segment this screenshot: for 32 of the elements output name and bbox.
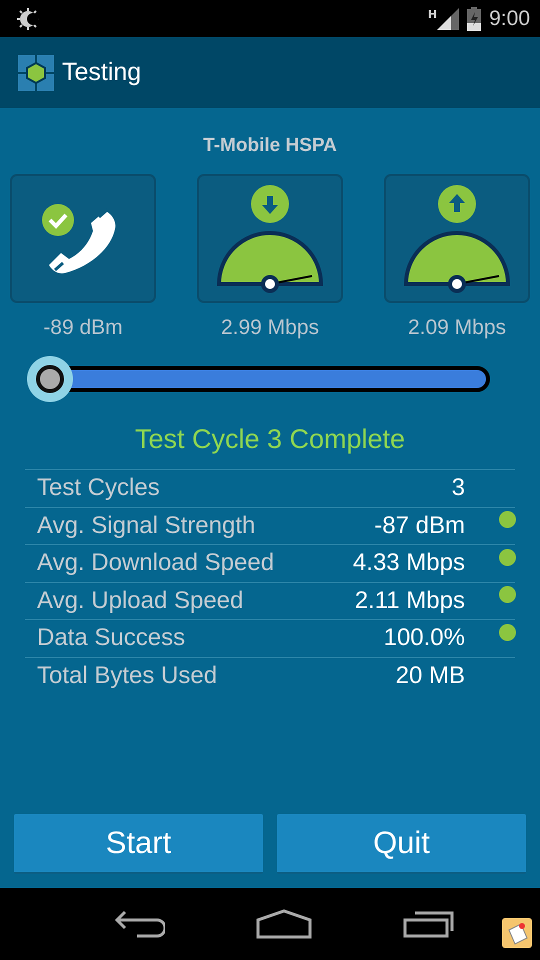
- battery-icon: [467, 6, 482, 30]
- meter-reading: -89 dBm: [43, 316, 123, 340]
- clock: 9:00: [489, 6, 530, 30]
- stat-label: Avg. Download Speed: [37, 549, 276, 578]
- action-button[interactable]: Quit: [277, 814, 526, 874]
- stat-value: 2.11 Mbps: [354, 586, 465, 615]
- upload-gauge-icon: [402, 184, 512, 294]
- app-logo-icon: [18, 54, 54, 90]
- back-icon[interactable]: [115, 910, 166, 938]
- stat-value: 4.33 Mbps: [352, 549, 465, 578]
- stat-label: Data Success: [37, 624, 186, 652]
- stat-label: Avg. Upload Speed: [37, 586, 244, 615]
- action-button[interactable]: Start: [14, 814, 263, 874]
- stat-label: Total Bytes Used: [37, 662, 218, 690]
- stat-value: 3: [450, 474, 465, 502]
- brightness-icon: [14, 6, 42, 32]
- network-type: H: [428, 8, 438, 21]
- stat-value: -87 dBm: [373, 512, 465, 540]
- status-message: Test Cycle 3 Complete: [134, 424, 406, 455]
- recent-apps-icon[interactable]: [402, 910, 455, 938]
- signal-icon: [437, 8, 460, 30]
- screen-title: Testing: [62, 58, 142, 87]
- stat-label: Test Cycles: [37, 474, 161, 502]
- home-icon[interactable]: [256, 909, 312, 939]
- meter-reading: 2.99 Mbps: [220, 316, 320, 340]
- meter-reading: 2.09 Mbps: [408, 316, 506, 340]
- stat-value: 100.0%: [382, 624, 465, 652]
- download-gauge-icon: [215, 184, 325, 294]
- stat-value: 20 MB: [394, 662, 465, 690]
- network-name: T-Mobile HSPA: [203, 135, 337, 158]
- stat-label: Avg. Signal Strength: [37, 512, 256, 540]
- notes-app-icon[interactable]: [502, 918, 532, 948]
